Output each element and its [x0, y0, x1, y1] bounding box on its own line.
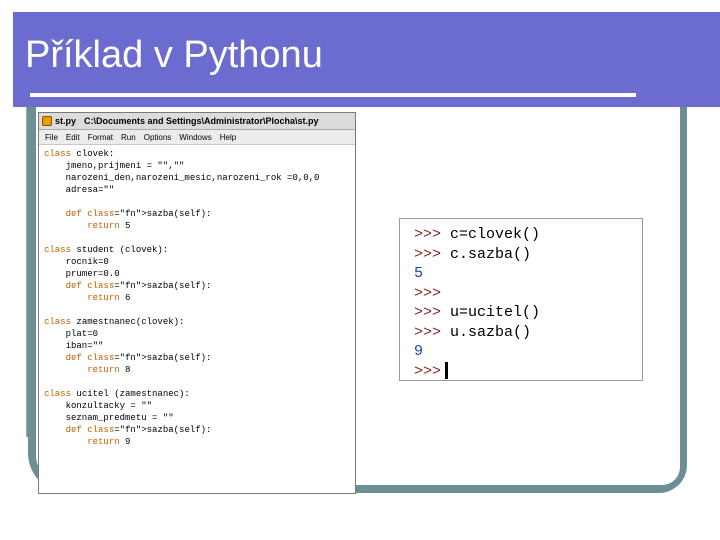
code-line: prumer=0.0 — [44, 269, 120, 279]
python-file-icon — [42, 116, 52, 126]
shell-prompt: >>> — [414, 226, 442, 243]
slide-title: Příklad v Pythonu — [25, 34, 323, 76]
editor-file-path: C:\Documents and Settings\Administrator\… — [84, 116, 319, 126]
shell-prompt: >>> — [414, 362, 442, 380]
shell-input-line: >>> u.sazba() — [400, 323, 642, 343]
code-line: class ucitel (zamestnanec): — [44, 389, 190, 399]
frame-right-bar — [680, 107, 687, 437]
code-line: def class="fn">sazba(self): — [65, 209, 212, 219]
shell-input-line: >>> — [400, 284, 642, 304]
code-line: iban="" — [44, 341, 104, 351]
code-line: rocnik=0 — [44, 257, 109, 267]
editor-titlebar[interactable]: st.py C:\Documents and Settings\Administ… — [39, 113, 355, 130]
shell-command: u.sazba() — [441, 323, 532, 341]
shell-output: 5 — [414, 265, 424, 282]
shell-output-line: 5 — [400, 264, 642, 284]
code-line: def class="fn">sazba(self): — [65, 353, 212, 363]
python-shell-window[interactable]: >>> c=clovek() >>> c.sazba() 5 >>> >>> u=uci… — [399, 218, 643, 381]
shell-input-line: >>> u=ucitel() — [400, 303, 642, 323]
shell-input-line: >>> c.sazba() — [400, 245, 642, 265]
code-line: def class="fn">sazba(self): — [65, 425, 212, 435]
menu-help[interactable]: Help — [216, 133, 240, 142]
editor-file-name: st.py — [55, 116, 77, 126]
shell-prompt: >>> — [414, 323, 442, 341]
code-line: class clovek: — [44, 149, 115, 159]
menu-edit[interactable]: Edit — [62, 133, 84, 142]
menu-format[interactable]: Format — [84, 133, 117, 142]
editor-window: st.py C:\Documents and Settings\Administ… — [38, 112, 356, 494]
menu-options[interactable]: Options — [140, 133, 176, 142]
code-line: def class="fn">sazba(self): — [65, 281, 212, 291]
shell-output: 9 — [414, 343, 424, 360]
code-line: return 8 — [87, 365, 131, 375]
shell-command: c=clovek() — [441, 226, 541, 243]
code-line: seznam_predmetu = "" — [44, 413, 174, 423]
menu-file[interactable]: File — [41, 133, 62, 142]
shell-prompt: >>> — [414, 245, 442, 263]
menu-run[interactable]: Run — [117, 133, 140, 142]
title-underline — [30, 93, 636, 97]
menu-windows[interactable]: Windows — [175, 133, 215, 142]
shell-prompt: >>> — [414, 284, 442, 302]
code-line: return 5 — [87, 221, 131, 231]
code-line: konzultacky = "" — [44, 401, 153, 411]
editor-menubar: File Edit Format Run Options Windows Hel… — [39, 130, 355, 145]
code-line: class zamestnanec(clovek): — [44, 317, 185, 327]
code-line: return 9 — [87, 437, 131, 447]
shell-input-line: >>> c=clovek() — [400, 225, 642, 245]
shell-prompt: >>> — [414, 304, 442, 321]
code-line: plat=0 — [44, 329, 99, 339]
code-editor-area[interactable]: class clovek: jmeno,prijmeni = "","" nar… — [39, 145, 355, 448]
code-line: adresa="" — [44, 185, 115, 195]
shell-command: c.sazba() — [441, 245, 532, 263]
code-line: jmeno,prijmeni = "","" — [44, 161, 185, 171]
code-line: narozeni_den,narozeni_mesic,narozeni_rok… — [44, 173, 320, 183]
code-line: class student (clovek): — [44, 245, 169, 255]
text-cursor — [445, 362, 449, 380]
code-line: return 6 — [87, 293, 131, 303]
shell-input-line: >>> — [400, 362, 642, 382]
shell-output-line: 9 — [400, 342, 642, 362]
shell-command: u=ucitel() — [441, 304, 541, 321]
